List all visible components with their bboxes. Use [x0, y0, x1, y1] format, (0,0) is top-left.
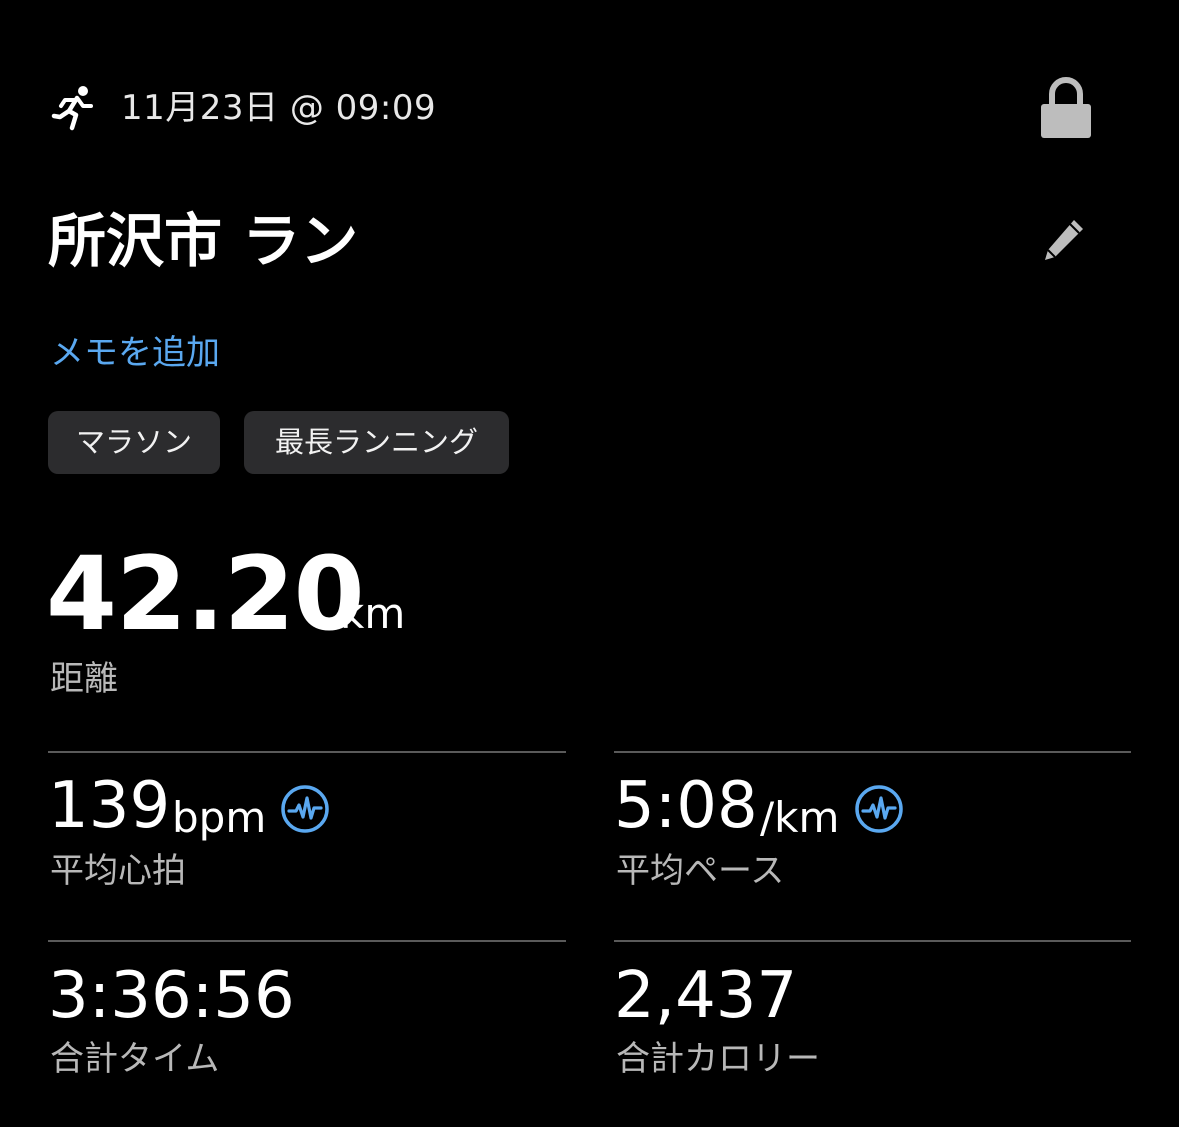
avg-pace-unit: /km [760, 793, 840, 842]
avg-heart-rate-unit: bpm [172, 793, 267, 842]
avg-heart-rate-label: 平均心拍 [50, 851, 186, 891]
divider [48, 751, 566, 753]
divider [614, 751, 1131, 753]
distance-unit: km [340, 589, 406, 638]
running-person-icon [50, 84, 98, 132]
activity-date-time: 11月23日 @ 09:09 [121, 88, 437, 128]
pace-pulse-icon[interactable] [854, 784, 904, 834]
total-calories-value: 2,437 [614, 959, 798, 1033]
tag-marathon[interactable]: マラソン [48, 411, 220, 474]
add-memo-link[interactable]: メモを追加 [50, 330, 220, 376]
divider [614, 940, 1131, 942]
lock-icon[interactable] [1038, 76, 1094, 140]
total-calories-label: 合計カロリー [616, 1039, 820, 1079]
divider [48, 940, 566, 942]
distance-value: 42.20 [46, 535, 365, 654]
activity-title: 所沢市 ラン [48, 207, 359, 275]
avg-heart-rate-value: 139 [48, 769, 171, 843]
avg-pace-value: 5:08 [614, 769, 758, 843]
avg-pace-label: 平均ペース [616, 851, 785, 891]
total-time-value: 3:36:56 [48, 959, 295, 1033]
tag-longest-run[interactable]: 最長ランニング [244, 411, 509, 474]
heart-rate-pulse-icon[interactable] [280, 784, 330, 834]
pencil-icon[interactable] [1040, 214, 1088, 264]
total-time-label: 合計タイム [50, 1039, 220, 1079]
distance-label: 距離 [50, 659, 118, 699]
